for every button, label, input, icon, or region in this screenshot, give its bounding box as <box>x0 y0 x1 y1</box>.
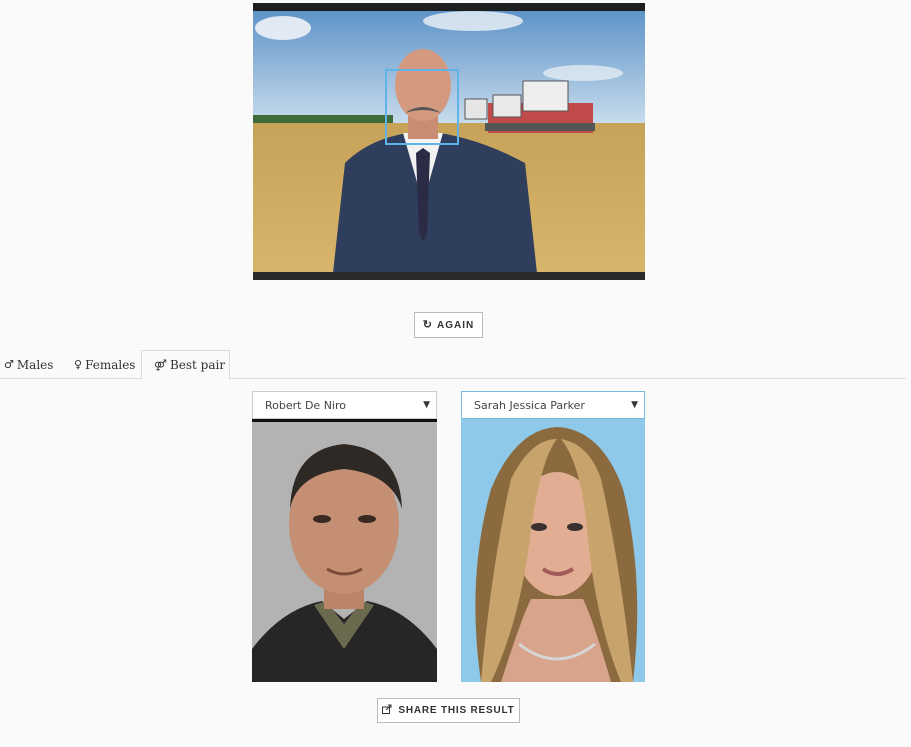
results-tabs: ♂ Males ♀ Females ⚤ Best pair <box>0 350 906 380</box>
pair-symbol-icon: ⚤ <box>154 358 167 372</box>
male-portrait-image <box>252 419 437 682</box>
face-detection-box <box>385 69 459 145</box>
male-match-portrait <box>252 419 437 682</box>
male-symbol-icon: ♂ <box>4 358 14 371</box>
tab-males-label: Males <box>16 357 54 372</box>
again-label: AGAIN <box>436 319 475 331</box>
female-symbol-icon: ♀ <box>74 358 83 371</box>
dropdown-caret-icon: ▼ <box>423 400 430 410</box>
refresh-icon: ↻ <box>422 318 433 331</box>
tab-best-pair-label: Best pair <box>169 358 226 372</box>
again-button[interactable]: ↻ AGAIN <box>414 312 483 338</box>
share-result-button[interactable]: SHARE THIS RESULT <box>377 698 520 723</box>
tab-females[interactable]: ♀ Females <box>74 350 136 379</box>
share-icon <box>382 704 393 717</box>
tab-males[interactable]: ♂ Males <box>4 350 54 379</box>
tab-females-label: Females <box>85 357 136 372</box>
tab-best-pair[interactable]: ⚤ Best pair <box>141 350 230 380</box>
female-match-portrait <box>461 419 645 682</box>
share-result-label: SHARE THIS RESULT <box>398 705 515 716</box>
male-match-value: Robert De Niro <box>265 398 346 412</box>
uploaded-photo <box>253 3 645 280</box>
dropdown-caret-icon: ▼ <box>631 400 638 410</box>
female-match-value: Sarah Jessica Parker <box>474 398 585 412</box>
male-match-select[interactable]: Robert De Niro ▼ <box>252 391 437 419</box>
female-match-select[interactable]: Sarah Jessica Parker ▼ <box>461 391 645 419</box>
female-portrait-image <box>461 419 645 682</box>
